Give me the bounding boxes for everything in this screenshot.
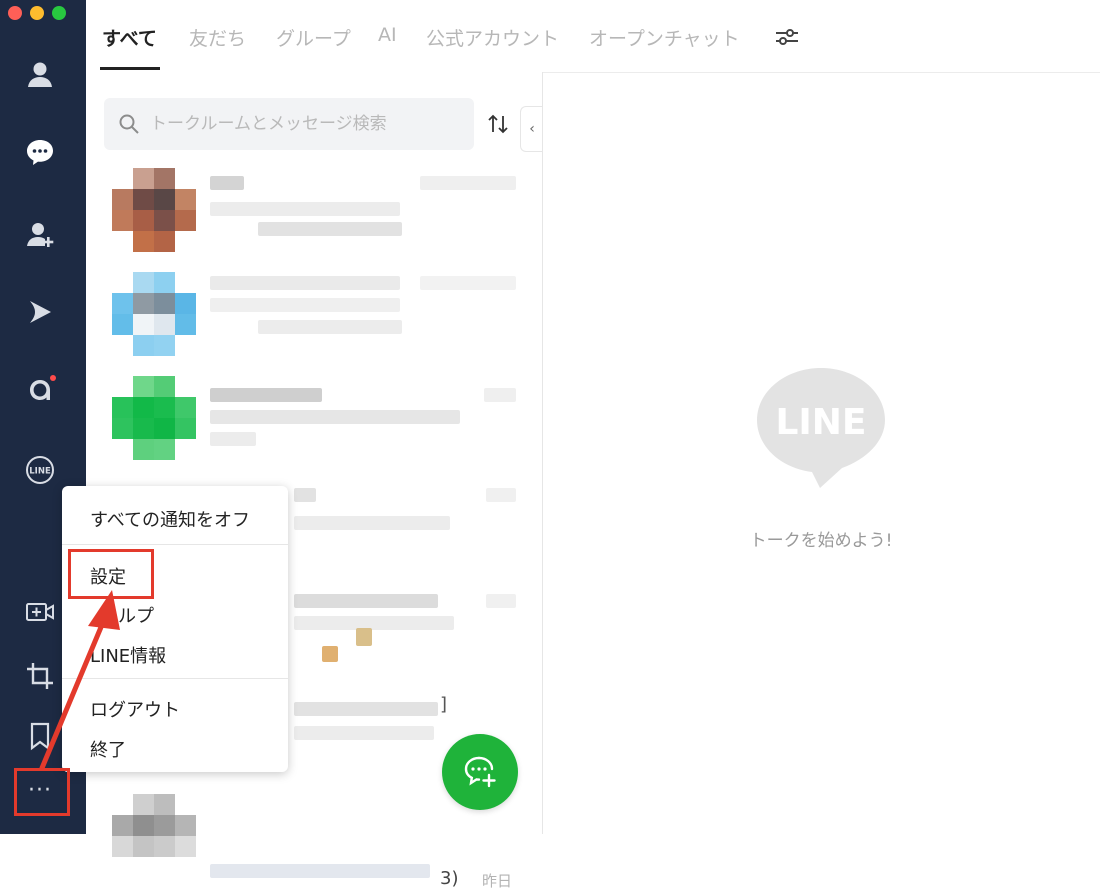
new-chat-icon — [464, 756, 496, 788]
blurred-message — [294, 726, 434, 740]
notification-dot — [50, 375, 56, 381]
search-box[interactable] — [104, 98, 474, 150]
blurred-time — [420, 276, 516, 290]
menu-item-logout[interactable]: ログアウト — [90, 696, 180, 722]
tab-open-chat[interactable]: オープンチャット — [589, 24, 740, 51]
add-friend-icon[interactable] — [18, 212, 62, 256]
line-icon[interactable]: LINE — [18, 448, 62, 492]
search-input[interactable] — [148, 113, 462, 135]
avatar — [112, 376, 196, 460]
blurred-name — [210, 176, 244, 190]
blurred-time — [420, 176, 516, 190]
search-icon — [119, 114, 139, 134]
menu-divider — [62, 678, 288, 679]
minimize-window-button[interactable] — [30, 6, 44, 20]
blurred-message — [210, 298, 400, 312]
menu-divider — [62, 544, 288, 545]
tab-all[interactable]: すべて — [102, 24, 157, 51]
chat-list-item[interactable] — [108, 164, 528, 260]
blurred-name — [294, 702, 438, 716]
blurred-name — [210, 388, 322, 402]
zoom-window-button[interactable] — [52, 6, 66, 20]
category-tabs: すべて 友だち グループ AI 公式アカウント オープンチャット — [86, 0, 1100, 73]
blurred-name — [294, 488, 316, 502]
menu-item-help[interactable]: ルプ — [118, 602, 154, 628]
line-logo-icon: LINE — [757, 368, 885, 488]
window-controls — [8, 6, 66, 20]
news-icon[interactable] — [18, 368, 62, 412]
sort-icon[interactable] — [486, 112, 510, 136]
more-menu: すべての通知をオフ 設定 ルプ LINE情報 ログアウト 終了 — [62, 486, 288, 772]
blurred-message — [294, 516, 450, 530]
menu-item-line-info[interactable]: LINE情報 — [90, 642, 166, 668]
settings-highlight-box — [68, 549, 154, 599]
avatar — [112, 794, 196, 878]
timestamp: 昨日 — [482, 872, 513, 890]
bookmark-icon[interactable] — [18, 714, 62, 758]
blurred-name — [210, 276, 400, 290]
blurred-message — [258, 320, 402, 334]
tab-friends[interactable]: 友だち — [189, 24, 246, 51]
avatar — [112, 272, 196, 356]
blurred-name — [294, 594, 438, 608]
line-logo-text: LINE — [775, 402, 866, 443]
tab-ai[interactable]: AI — [378, 24, 397, 46]
truncated-text: 3) — [440, 868, 459, 889]
blurred-message — [210, 432, 256, 446]
chat-icon[interactable] — [18, 130, 62, 174]
blurred-emoji — [322, 646, 338, 662]
close-window-button[interactable] — [8, 6, 22, 20]
friends-icon[interactable] — [18, 52, 62, 96]
blurred-time — [486, 488, 516, 502]
panel-divider — [542, 72, 543, 834]
blurred-message — [258, 222, 402, 236]
svg-text:LINE: LINE — [29, 467, 51, 477]
chat-list-item[interactable] — [108, 372, 528, 468]
new-chat-button[interactable] — [442, 734, 518, 810]
tab-official-accounts[interactable]: 公式アカウント — [426, 24, 559, 51]
chat-list-item[interactable] — [108, 268, 528, 364]
collapse-panel-button[interactable]: ‹ — [520, 106, 543, 152]
blurred-name — [210, 864, 430, 878]
blurred-time — [484, 388, 516, 402]
menu-item-mute-all[interactable]: すべての通知をオフ — [90, 506, 250, 532]
video-call-icon[interactable] — [18, 590, 62, 634]
blurred-message — [210, 410, 460, 424]
menu-item-quit[interactable]: 終了 — [90, 736, 126, 762]
crop-icon[interactable] — [18, 654, 62, 698]
blurred-message — [210, 202, 400, 216]
avatar — [112, 168, 196, 252]
voom-icon[interactable] — [18, 290, 62, 334]
blurred-time — [486, 594, 516, 608]
truncated-text: ] — [440, 694, 448, 715]
empty-state-message: トークを始めよう! — [749, 531, 893, 551]
blurred-emoji — [356, 628, 372, 646]
active-tab-underline — [100, 67, 160, 70]
chevron-left-icon: ‹ — [529, 121, 535, 137]
blurred-message — [294, 616, 454, 630]
tab-groups[interactable]: グループ — [276, 24, 351, 51]
filter-settings-icon[interactable] — [774, 26, 800, 48]
more-button-highlight-box — [14, 768, 70, 816]
